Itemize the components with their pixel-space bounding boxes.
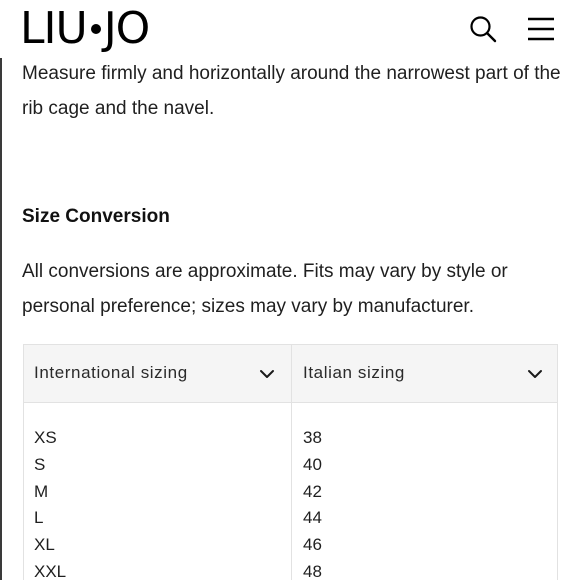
table-body: XS 38 S 40 M 42 L 44 XL 46 XXL 48 [24,425,557,580]
italian-size-cell: 44 [303,508,322,528]
chevron-down-icon [528,370,542,378]
international-size-cell: XS [34,428,57,447]
international-size-cell: M [34,481,49,501]
table-row: XL 46 [24,532,557,559]
search-icon [470,16,497,43]
chevron-down-icon [260,370,274,378]
site-header: LIU JO [0,0,580,58]
international-sizing-select[interactable]: International sizing [24,345,291,402]
table-row: XXL 48 [24,559,557,580]
table-row: M 42 [24,479,557,506]
table-row: S 40 [24,452,557,479]
table-row: L 44 [24,505,557,532]
conversion-disclaimer: All conversions are approximate. Fits ma… [22,261,508,317]
international-size-cell: XXL [34,561,67,580]
measurement-instruction: Measure firmly and horizontally around t… [22,63,561,119]
italian-sizing-label: Italian sizing [303,363,405,382]
international-size-cell: XL [34,535,55,555]
international-sizing-label: International sizing [34,363,188,382]
italian-sizing-select[interactable]: Italian sizing [292,345,557,402]
size-conversion-heading: Size Conversion [22,206,170,227]
size-guide-page: LIU JO Measure firmly and horizontally ar… [0,0,580,580]
logo-text-right: JO [103,3,151,54]
hamburger-menu-icon [528,17,554,41]
logo-dot [90,24,101,34]
size-conversion-table: International sizing Italian sizing XS 3… [23,344,558,580]
menu-button[interactable] [524,12,558,46]
logo-text-left: LIU [20,3,88,54]
brand-logo[interactable]: LIU JO [20,3,151,54]
international-size-cell: L [34,508,44,528]
international-size-cell: S [34,454,46,474]
italian-size-cell: 48 [303,561,322,580]
search-button[interactable] [466,12,500,46]
italian-size-cell: 42 [303,481,322,501]
italian-size-cell: 40 [303,454,322,474]
italian-size-cell: 38 [303,428,322,447]
table-row: XS 38 [24,425,557,452]
italian-size-cell: 46 [303,535,322,555]
left-border [0,0,2,580]
